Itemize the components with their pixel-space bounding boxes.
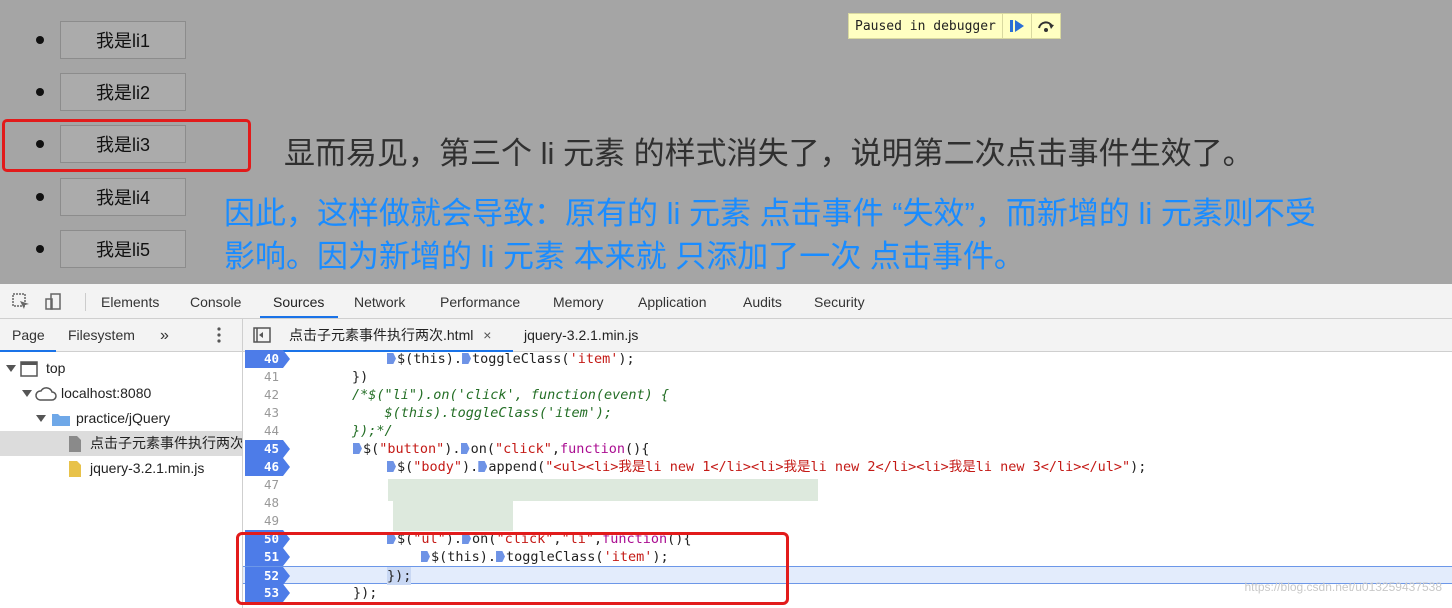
- line-number[interactable]: 48: [245, 494, 283, 512]
- tab-filesystem[interactable]: Filesystem: [68, 319, 135, 351]
- step-over-icon: [1037, 21, 1054, 32]
- code-line: 46 $("body"). append("<ul><li>我是li new 1<…: [243, 458, 1452, 476]
- editor-tab-jquery[interactable]: jquery-3.2.1.min.js: [524, 319, 638, 351]
- tab-performance[interactable]: Performance: [440, 284, 520, 318]
- tree-item-localhost[interactable]: localhost:8080: [0, 381, 242, 406]
- line-number[interactable]: 43: [245, 404, 283, 422]
- folder-icon: [52, 414, 70, 426]
- tab-console[interactable]: Console: [190, 284, 241, 318]
- annotation-code-highlight-box: [236, 532, 789, 605]
- tab-memory[interactable]: Memory: [553, 284, 604, 318]
- paused-in-debugger-bar: Paused in debugger: [848, 13, 1061, 39]
- line-number[interactable]: 41: [245, 368, 283, 386]
- bullet: [36, 88, 44, 96]
- tree-item-html-file[interactable]: 点击子元素事件执行两次.html: [0, 431, 242, 456]
- annotation-explanation-line-2: 影响。因为新增的 li 元素 本来就 只添加了一次 点击事件。: [224, 239, 1025, 274]
- li-button-2[interactable]: 我是li2: [60, 73, 186, 111]
- expand-arrow-icon: [6, 365, 16, 372]
- tab-page[interactable]: Page: [12, 319, 45, 351]
- active-tab-indicator: [260, 316, 338, 318]
- watermark: https://blog.csdn.net/u013259437538: [1244, 580, 1443, 594]
- annotation-explanation-line-1: 因此，这样做就会导致：原有的 li 元素 点击事件 “失效”，而新增的 li 元…: [224, 196, 1316, 231]
- line-number[interactable]: 49: [245, 512, 283, 530]
- tab-application[interactable]: Application: [638, 284, 707, 318]
- tab-network[interactable]: Network: [354, 284, 405, 318]
- annotation-text: 显而易见，第三个 li 元素 的样式消失了，说明第二次点击事件生效了。: [284, 136, 1254, 171]
- page-viewport: 我是li1 我是li2 我是li3 我是li4 我是li5 显而易见，第三个 l…: [0, 0, 1452, 284]
- device-toolbar-icon[interactable]: [44, 292, 64, 312]
- kebab-menu-icon[interactable]: [216, 319, 228, 351]
- tree-item-top[interactable]: top: [0, 356, 242, 381]
- tree-item-label: jquery-3.2.1.min.js: [90, 460, 205, 476]
- inline-breakpoint-icon: [387, 353, 396, 364]
- resume-button[interactable]: [1001, 14, 1031, 38]
- annotation-explanation: 因此，这样做就会导致：原有的 li 元素 点击事件 “失效”，而新增的 li 元…: [224, 192, 1452, 278]
- bullet: [36, 193, 44, 201]
- tree-item-folder[interactable]: practice/jQuery: [0, 406, 242, 431]
- code-line: 42 /*$("li").on('click', function(event)…: [243, 386, 1452, 404]
- tree-item-js-file[interactable]: jquery-3.2.1.min.js: [0, 456, 242, 481]
- line-number[interactable]: 47: [245, 476, 283, 494]
- li-button-4[interactable]: 我是li4: [60, 178, 186, 216]
- resume-icon: [1009, 20, 1024, 32]
- code-line: 45 $("button"). on("click",function(){: [243, 440, 1452, 458]
- navigator-active-tab-indicator: [0, 350, 56, 352]
- annotation-highlight-box: [2, 119, 251, 172]
- more-tabs-button[interactable]: »: [160, 319, 169, 351]
- code-line: 41 }): [243, 368, 1452, 386]
- inspect-element-icon[interactable]: [11, 292, 31, 312]
- li-button-1[interactable]: 我是li1: [60, 21, 186, 59]
- expand-arrow-icon: [22, 390, 32, 397]
- code-line: 44 });*/: [243, 422, 1452, 440]
- bullet: [36, 36, 44, 44]
- tree-item-label: 点击子元素事件执行两次.html: [90, 435, 242, 451]
- blurred-code-region: [393, 501, 513, 531]
- inline-breakpoint-icon: [462, 353, 472, 364]
- devtools-toolbar: Elements Console Sources Network Perform…: [0, 284, 1452, 319]
- js-file-icon: [69, 461, 81, 477]
- code-line: 40 $(this). toggleClass('item');: [243, 350, 1452, 368]
- navigator-tabs: Page Filesystem »: [0, 319, 242, 352]
- toggle-navigator-button[interactable]: [253, 319, 271, 351]
- tab-elements[interactable]: Elements: [101, 284, 159, 318]
- cloud-icon: [35, 387, 57, 401]
- tab-security[interactable]: Security: [814, 284, 865, 318]
- editor-tab-label: 点击子元素事件执行两次.html: [289, 327, 474, 343]
- line-number[interactable]: 42: [245, 386, 283, 404]
- step-over-button[interactable]: [1030, 14, 1060, 38]
- editor-tab-html[interactable]: 点击子元素事件执行两次.html ×: [289, 319, 491, 351]
- blurred-code-region: [388, 479, 818, 501]
- code-line: 43 $(this).toggleClass('item');: [243, 404, 1452, 422]
- expand-arrow-icon: [36, 415, 46, 422]
- tab-audits[interactable]: Audits: [743, 284, 782, 318]
- toolbar-divider: [85, 293, 86, 311]
- li-button-5[interactable]: 我是li5: [60, 230, 186, 268]
- paused-label: Paused in debugger: [855, 18, 996, 34]
- line-number-breakpoint[interactable]: 40: [245, 350, 290, 368]
- sources-navigator: Page Filesystem » top localhost:8080 pra…: [0, 319, 243, 608]
- tab-sources[interactable]: Sources: [273, 284, 324, 318]
- bullet: [36, 245, 44, 253]
- line-number[interactable]: 44: [245, 422, 283, 440]
- tree-item-label: localhost:8080: [61, 385, 152, 401]
- file-icon: [69, 436, 81, 452]
- close-tab-icon[interactable]: ×: [483, 327, 491, 343]
- line-number-breakpoint[interactable]: 45: [245, 440, 290, 458]
- editor-tabs: 点击子元素事件执行两次.html × jquery-3.2.1.min.js: [243, 319, 1452, 352]
- frame-icon: [20, 361, 38, 377]
- tree-item-label: practice/jQuery: [76, 410, 171, 426]
- tree-item-label: top: [46, 360, 66, 376]
- sidebar-toggle-icon: [253, 327, 271, 343]
- line-number-breakpoint[interactable]: 46: [245, 458, 290, 476]
